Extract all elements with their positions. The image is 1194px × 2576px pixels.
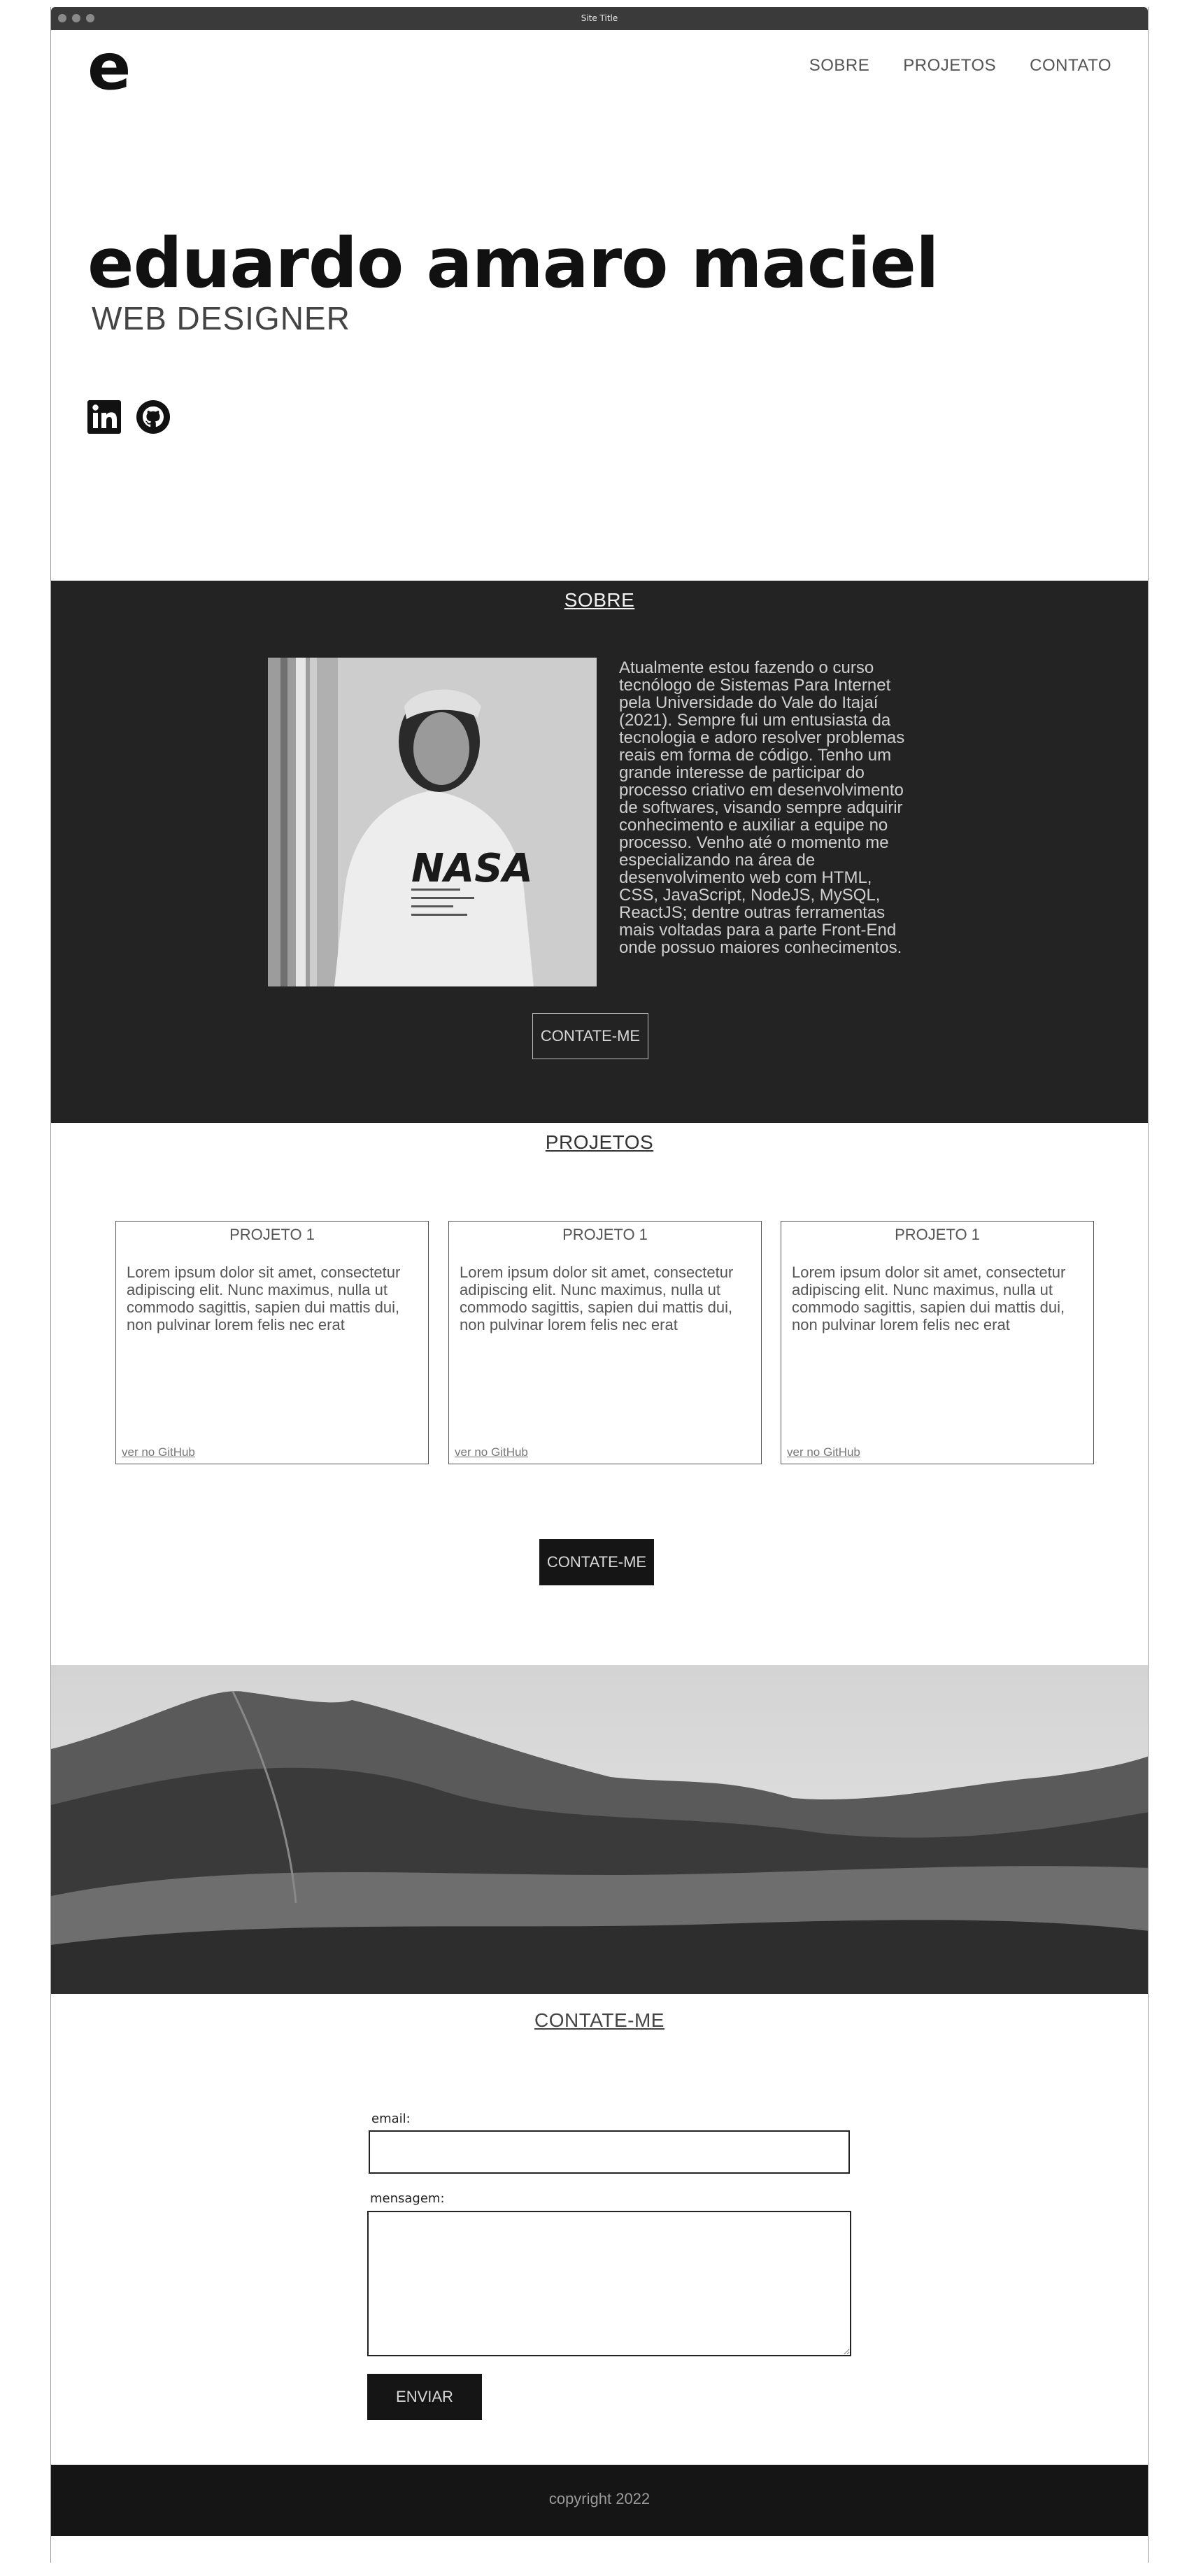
window-title: Site Title [581,13,618,23]
about-text: Atualmente estou fazendo o curso tecnólo… [619,658,905,957]
browser-window: Site Title e SOBRE PROJETOS CONTATO edua… [50,7,1149,2563]
project-github-link[interactable]: ver no GitHub [455,1445,528,1459]
desert-banner-image [51,1665,1148,1994]
social-links [86,399,171,435]
about-title: SOBRE [564,589,635,611]
nav-link-sobre[interactable]: SOBRE [809,56,870,76]
about-contact-button[interactable]: CONTATE-ME [532,1013,648,1059]
projects-title: PROJETOS [545,1131,654,1153]
main-nav: SOBRE PROJETOS CONTATO [809,56,1111,76]
profile-photo: NASA [268,658,597,986]
site-logo[interactable]: e [87,35,131,99]
email-label: email: [371,2111,411,2126]
github-icon[interactable] [135,399,171,435]
projects-section: PROJETOS PROJETO 1 Lorem ipsum dolor sit… [51,1123,1148,1665]
project-card-title: PROJETO 1 [562,1226,648,1243]
project-github-link[interactable]: ver no GitHub [122,1445,195,1459]
project-card-text: Lorem ipsum dolor sit amet, consectetur … [460,1264,734,1333]
message-label: mensagem: [370,2191,445,2206]
project-github-link[interactable]: ver no GitHub [787,1445,860,1459]
nav-link-contato[interactable]: CONTATO [1030,56,1111,76]
project-card: PROJETO 1 Lorem ipsum dolor sit amet, co… [115,1221,429,1464]
send-button[interactable]: ENVIAR [367,2374,482,2420]
project-card: PROJETO 1 Lorem ipsum dolor sit amet, co… [448,1221,762,1464]
contact-title: CONTATE-ME [534,2009,664,2031]
hero-role: WEB DESIGNER [92,300,350,337]
desert-dunes-illustration [51,1665,1148,1994]
nav-link-projetos[interactable]: PROJETOS [903,56,996,76]
nasa-logo-text: NASA [411,846,533,891]
footer: copyright 2022 [51,2465,1148,2536]
project-card-title: PROJETO 1 [229,1226,315,1243]
about-section: SOBRE NASA Atualmente estou fazendo o cu… [51,581,1148,1123]
title-bar: Site Title [51,7,1148,30]
hero-name: eduardo amaro maciel [87,224,939,304]
project-card-title: PROJETO 1 [895,1226,980,1243]
linkedin-icon[interactable] [86,399,122,435]
project-card-text: Lorem ipsum dolor sit amet, consectetur … [792,1264,1066,1333]
profile-photo-illustration: NASA [268,658,597,986]
project-card-text: Lorem ipsum dolor sit amet, consectetur … [127,1264,401,1333]
message-field[interactable] [367,2211,851,2356]
projects-contact-button[interactable]: CONTATE-ME [539,1539,654,1585]
email-field[interactable] [369,2130,850,2174]
copyright-text: copyright 2022 [548,2490,651,2507]
project-card: PROJETO 1 Lorem ipsum dolor sit amet, co… [781,1221,1094,1464]
